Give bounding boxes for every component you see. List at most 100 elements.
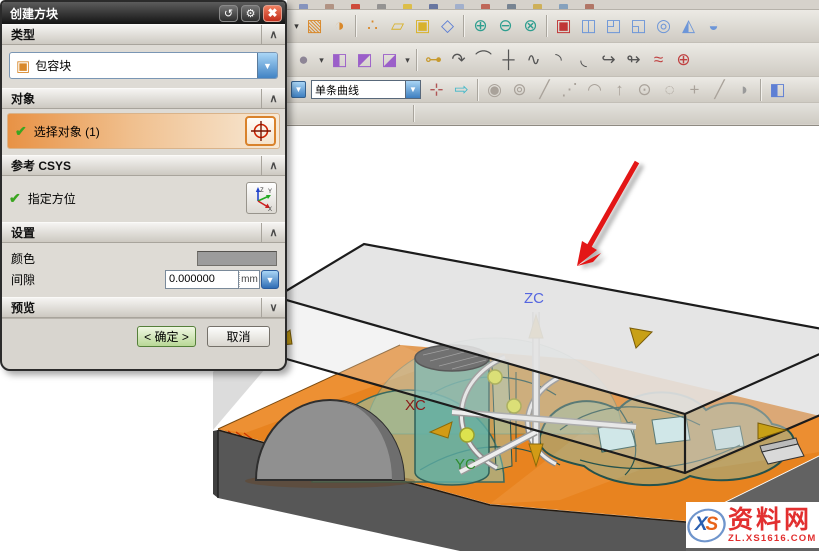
dialog-options-gear-icon[interactable]: ⚙ <box>241 5 260 22</box>
rotation-handle-sphere[interactable] <box>460 428 474 442</box>
section-header-csys[interactable]: 参考 CSYS ∧ <box>2 155 285 176</box>
annotation-arrow <box>577 162 637 266</box>
select-object-label: 选择对象 (1) <box>34 123 100 140</box>
join-curve-icon[interactable]: ↪ <box>596 48 621 72</box>
unite-icon[interactable]: ⊕ <box>468 14 493 38</box>
select-object-row[interactable]: ✔ 选择对象 (1) <box>7 113 280 149</box>
type-combobox[interactable]: ▣ 包容块 ▼ <box>9 52 278 79</box>
watermark-logo-icon: XS <box>688 507 725 544</box>
clipped-toolbar-icon[interactable] <box>377 4 386 9</box>
clipped-toolbar-icon[interactable] <box>533 4 542 9</box>
section-header-settings[interactable]: 设置 ∧ <box>2 222 285 243</box>
gap-spinner-icon[interactable]: ▼ <box>261 270 279 289</box>
smooth-curve-icon[interactable]: ≈ <box>646 48 671 72</box>
create-block-dialog: 创建方块 ↺ ⚙ ✖ 类型 ∧ ▣ 包容块 ▼ 对象 ∧ ✔ 选择对象 (1) <box>0 0 287 371</box>
fillet-curve-icon[interactable]: ⌒ <box>471 48 496 72</box>
bounding-block-icon: ▣ <box>16 57 30 75</box>
svg-text:Y: Y <box>268 189 272 195</box>
arc-point-icon[interactable]: ◠ <box>582 78 607 102</box>
clipped-toolbar-icon[interactable] <box>455 4 464 9</box>
block-icon[interactable]: ◧ <box>327 48 352 72</box>
section-header-type[interactable]: 类型 ∧ <box>2 24 285 45</box>
clipped-toolbar-icon[interactable] <box>351 4 360 9</box>
collapse-chevron-icon[interactable]: ∧ <box>261 156 285 175</box>
extrude-icon[interactable]: ▧ <box>302 14 327 38</box>
bounding-body-icon[interactable]: ◪ <box>377 48 402 72</box>
unsew-icon[interactable]: ▣ <box>551 14 576 38</box>
work-section-icon[interactable]: ◧ <box>765 78 790 102</box>
section-label: 设置 <box>11 224 35 241</box>
crosshair-icon <box>250 120 272 142</box>
clipped-toolbar-icon[interactable] <box>299 4 308 9</box>
display-mode-dropdown-icon[interactable]: ▾ <box>316 48 327 72</box>
clipped-toolbar-icon[interactable] <box>429 4 438 9</box>
end-point-icon[interactable]: ╱ <box>532 78 557 102</box>
curve-rule-dropdown-button[interactable]: ▼ <box>405 81 420 98</box>
mid-point-icon[interactable]: ⋰ <box>557 78 582 102</box>
bounded-plane-icon[interactable]: ◩ <box>352 48 377 72</box>
type-dropdown-icon[interactable]: ▼ <box>257 53 277 78</box>
quadrant-point-icon[interactable]: ↑ <box>607 78 632 102</box>
cancel-button[interactable]: 取消 <box>207 326 270 347</box>
move-object-icon[interactable]: ▣ <box>410 14 435 38</box>
corner-curve-icon[interactable]: ◝ <box>546 48 571 72</box>
shaded-face-icon[interactable]: ◗ <box>732 78 757 102</box>
trim-curve-icon[interactable]: ┼ <box>496 48 521 72</box>
edge-blend-icon[interactable]: ◫ <box>576 14 601 38</box>
dialog-titlebar[interactable]: 创建方块 ↺ ⚙ ✖ <box>2 2 285 24</box>
selection-scope-dropdown[interactable]: ▼ <box>291 81 306 98</box>
display-mode-icon[interactable]: ● <box>291 48 316 72</box>
block-dropdown-icon[interactable]: ▾ <box>402 48 413 72</box>
curve-rule-combobox[interactable]: 单条曲线 ▼ <box>311 80 421 99</box>
point-on-line-icon[interactable]: ╱ <box>707 78 732 102</box>
collapse-chevron-icon[interactable]: ∧ <box>261 25 285 44</box>
rotate-object-icon[interactable]: ◇ <box>435 14 460 38</box>
close-icon[interactable]: ✖ <box>263 5 282 22</box>
ok-button[interactable]: < 确定 > <box>137 326 196 347</box>
gap-label: 间隙 <box>11 271 35 288</box>
offset-face-icon[interactable]: ◭ <box>676 14 701 38</box>
gap-input[interactable]: 0.000000 <box>165 270 239 289</box>
next-selection-icon[interactable]: ⇨ <box>449 78 474 102</box>
toolbar-dock: ▾▧◑∴▱▣◇⊕⊖⊗▣◫◰◱◎◭◒ ●▾◧◩◪▾⊶↷⌒┼∿◝◟↪↬≈⊕ ▼ 单条… <box>287 0 819 126</box>
project-curve-icon[interactable]: ↬ <box>621 48 646 72</box>
subtract-icon[interactable]: ⊖ <box>493 14 518 38</box>
section-header-preview[interactable]: 预览 ∨ <box>2 297 285 318</box>
collapse-chevron-icon[interactable]: ∨ <box>261 298 285 317</box>
bridge-curve-icon[interactable]: ↷ <box>446 48 471 72</box>
existing-point-icon[interactable]: ◌ <box>657 78 682 102</box>
point-selector-button[interactable] <box>245 116 276 146</box>
offset-curve-icon[interactable]: ◟ <box>571 48 596 72</box>
snap-rotate-icon[interactable]: ⊚ <box>507 78 532 102</box>
clipped-toolbar-icon[interactable] <box>585 4 594 9</box>
svg-text:Z: Z <box>260 188 264 194</box>
toolbar-overflow-icon[interactable]: ▾ <box>291 14 302 38</box>
revolve-icon[interactable]: ◑ <box>327 14 352 38</box>
collapse-chevron-icon[interactable]: ∧ <box>261 223 285 242</box>
curve-length-icon[interactable]: ∿ <box>521 48 546 72</box>
clipped-toolbar-icon[interactable] <box>325 4 334 9</box>
key-icon[interactable]: ⊶ <box>421 48 446 72</box>
center-point-icon[interactable]: ⊙ <box>632 78 657 102</box>
section-header-object[interactable]: 对象 ∧ <box>2 88 285 109</box>
clipped-toolbar-icon[interactable] <box>559 4 568 9</box>
sheet-bodies-icon[interactable]: ∴ <box>360 14 385 38</box>
clipped-toolbar-icon[interactable] <box>481 4 490 9</box>
split-body-icon[interactable]: ◱ <box>626 14 651 38</box>
intersect-icon[interactable]: ⊗ <box>518 14 543 38</box>
clipped-toolbar-icon[interactable] <box>507 4 516 9</box>
color-swatch[interactable] <box>197 251 277 266</box>
snap-settings-icon[interactable]: ⊹ <box>424 78 449 102</box>
csys-dialog-button[interactable]: Z Y X <box>246 182 277 214</box>
datum-plane-icon[interactable]: ▱ <box>385 14 410 38</box>
collapse-chevron-icon[interactable]: ∧ <box>261 89 285 108</box>
check-icon: ✔ <box>9 190 21 207</box>
intersection-point-icon[interactable]: + <box>682 78 707 102</box>
clipped-toolbar-icon[interactable] <box>403 4 412 9</box>
trim-body-icon[interactable]: ◰ <box>601 14 626 38</box>
tube-icon[interactable]: ◎ <box>651 14 676 38</box>
snap-point-icon[interactable]: ◉ <box>482 78 507 102</box>
sew-icon[interactable]: ◒ <box>701 14 726 38</box>
reset-icon[interactable]: ↺ <box>219 5 238 22</box>
point-on-curve-icon[interactable]: ⊕ <box>671 48 696 72</box>
